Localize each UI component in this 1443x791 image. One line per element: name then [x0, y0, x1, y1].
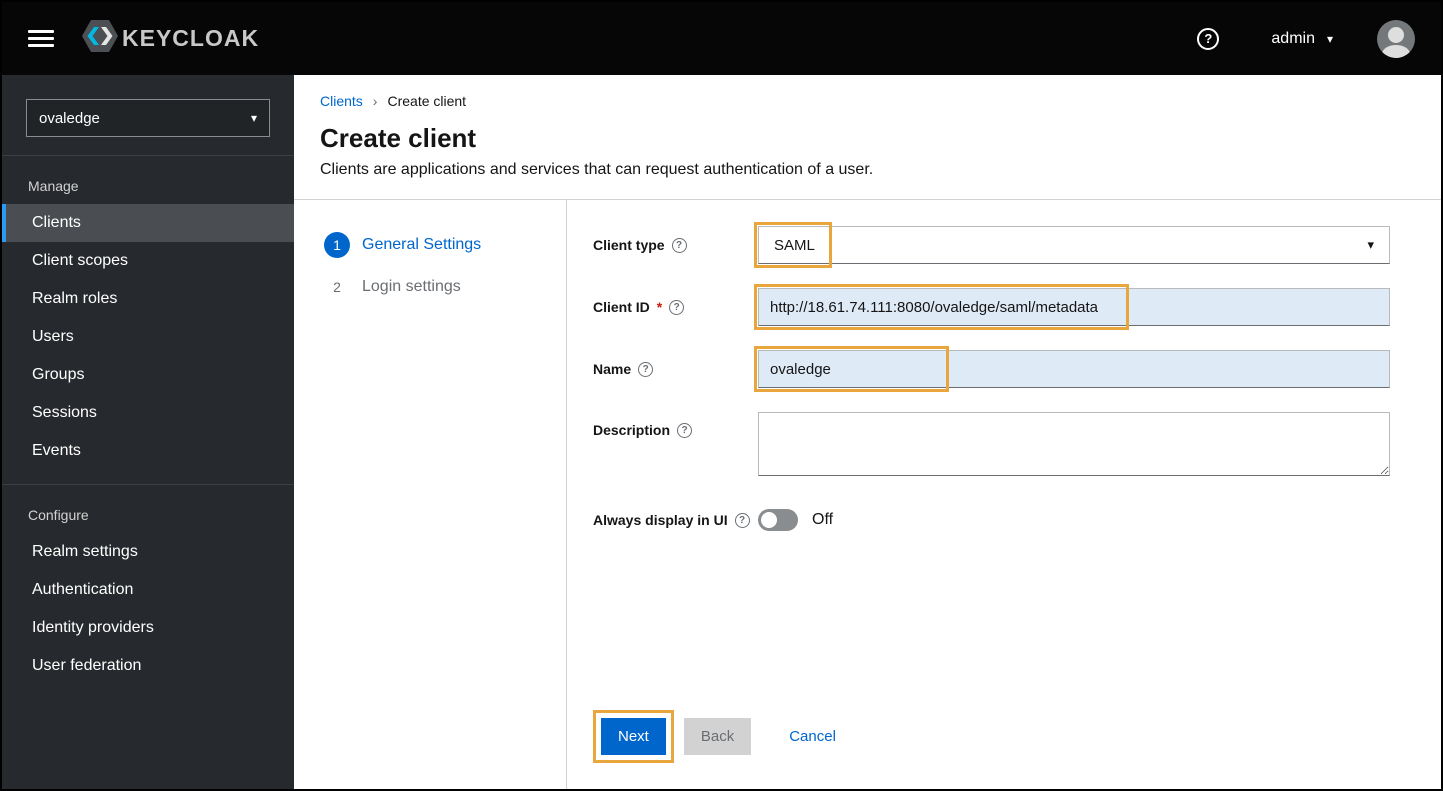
sidebar-item-events[interactable]: Events — [2, 432, 294, 470]
breadcrumb: Clients › Create client — [320, 93, 1415, 109]
chevron-down-icon: ▾ — [250, 111, 257, 125]
client-type-value: SAML — [774, 236, 815, 254]
keycloak-admin-console: KEYCLOAK ? admin ▾ ovaledge ▾ Manage Cli… — [0, 0, 1443, 791]
realm-selector-value: ovaledge — [39, 109, 100, 127]
description-textarea[interactable] — [758, 412, 1390, 476]
general-settings-form: Client type ? SAML ▾ Client ID * ? http:… — [567, 200, 1441, 789]
name-help-icon[interactable]: ? — [638, 361, 654, 377]
sidebar-nav: ovaledge ▾ Manage Clients Client scopes … — [2, 75, 294, 789]
client-type-help-icon[interactable]: ? — [671, 237, 687, 253]
nav-group-manage: Manage Clients Client scopes Realm roles… — [2, 156, 294, 470]
description-row: Description ? — [593, 412, 1390, 481]
keycloak-logo-icon — [80, 16, 120, 61]
description-help-icon[interactable]: ? — [677, 422, 693, 438]
always-display-label: Always display in UI ? — [593, 512, 758, 528]
main-content: Clients › Create client Create client Cl… — [294, 75, 1441, 789]
sidebar-item-users[interactable]: Users — [2, 318, 294, 356]
next-button[interactable]: Next — [601, 718, 666, 755]
description-label: Description ? — [593, 412, 758, 438]
always-display-help-icon[interactable]: ? — [734, 512, 750, 528]
nav-group-configure: Configure Realm settings Authentication … — [2, 484, 294, 685]
avatar[interactable] — [1377, 19, 1415, 58]
always-display-row: Always display in UI ? Off — [593, 509, 1390, 531]
caret-down-icon: ▾ — [1367, 237, 1374, 252]
realm-selector-dropdown[interactable]: ovaledge ▾ — [26, 99, 270, 137]
name-input[interactable] — [758, 350, 1390, 388]
nav-group-label: Manage — [28, 178, 79, 194]
sidebar-item-user-federation[interactable]: User federation — [2, 647, 294, 685]
client-type-select[interactable]: SAML ▾ — [758, 226, 1390, 264]
step-number: 2 — [333, 279, 341, 295]
sidebar-item-identity-providers[interactable]: Identity providers — [2, 609, 294, 647]
user-menu-dropdown[interactable]: admin ▾ — [1271, 30, 1333, 48]
topbar: KEYCLOAK ? admin ▾ — [2, 2, 1441, 75]
breadcrumb-link-clients[interactable]: Clients — [320, 93, 363, 109]
client-id-label: Client ID * ? — [593, 299, 758, 315]
chevron-right-icon: › — [372, 93, 378, 109]
sidebar-item-authentication[interactable]: Authentication — [2, 571, 294, 609]
required-indicator: * — [656, 299, 663, 315]
client-id-row: Client ID * ? — [593, 284, 1390, 330]
sidebar-item-sessions[interactable]: Sessions — [2, 394, 294, 432]
sidebar-item-client-scopes[interactable]: Client scopes — [2, 242, 294, 280]
step-number-badge: 1 — [324, 232, 350, 258]
chevron-down-icon: ▾ — [1326, 31, 1333, 46]
sidebar-item-clients[interactable]: Clients — [2, 204, 294, 242]
help-icon[interactable]: ? — [1197, 27, 1220, 50]
topbar-right: ? admin ▾ — [1197, 19, 1415, 58]
client-type-row: Client type ? SAML ▾ — [593, 222, 1390, 268]
username: admin — [1271, 29, 1315, 47]
keycloak-logo: KEYCLOAK — [80, 16, 259, 61]
toggle-state-label: Off — [812, 511, 834, 528]
page-header: Clients › Create client Create client Cl… — [294, 75, 1441, 200]
nav-group-label: Configure — [28, 507, 89, 523]
wizard-footer: Next Back Cancel — [593, 710, 1390, 763]
sidebar-item-realm-roles[interactable]: Realm roles — [2, 280, 294, 318]
page-subtitle: Clients are applications and services th… — [320, 161, 874, 178]
annotation-highlight: Next — [593, 710, 674, 763]
realm-selector-block: ovaledge ▾ — [2, 75, 294, 156]
client-id-help-icon[interactable]: ? — [669, 299, 685, 315]
wizard-step-general-settings[interactable]: 1 General Settings — [294, 224, 566, 266]
name-row: Name ? — [593, 346, 1390, 392]
wizard-step-login-settings[interactable]: 2 Login settings — [294, 266, 566, 308]
back-button[interactable]: Back — [683, 718, 752, 755]
sidebar-item-groups[interactable]: Groups — [2, 356, 294, 394]
breadcrumb-current: Create client — [387, 93, 467, 109]
always-display-toggle[interactable] — [758, 509, 798, 531]
cancel-button[interactable]: Cancel — [785, 718, 840, 755]
sidebar-item-realm-settings[interactable]: Realm settings — [2, 533, 294, 571]
client-id-input[interactable] — [758, 288, 1390, 326]
page-title: Create client — [320, 123, 477, 153]
hamburger-menu-icon[interactable] — [28, 26, 54, 51]
wizard-steps-nav: 1 General Settings 2 Login settings — [294, 200, 567, 789]
name-label: Name ? — [593, 361, 758, 377]
client-type-label: Client type ? — [593, 237, 758, 253]
create-client-wizard: 1 General Settings 2 Login settings Clie… — [294, 200, 1441, 789]
brand-name: KEYCLOAK — [122, 25, 260, 51]
